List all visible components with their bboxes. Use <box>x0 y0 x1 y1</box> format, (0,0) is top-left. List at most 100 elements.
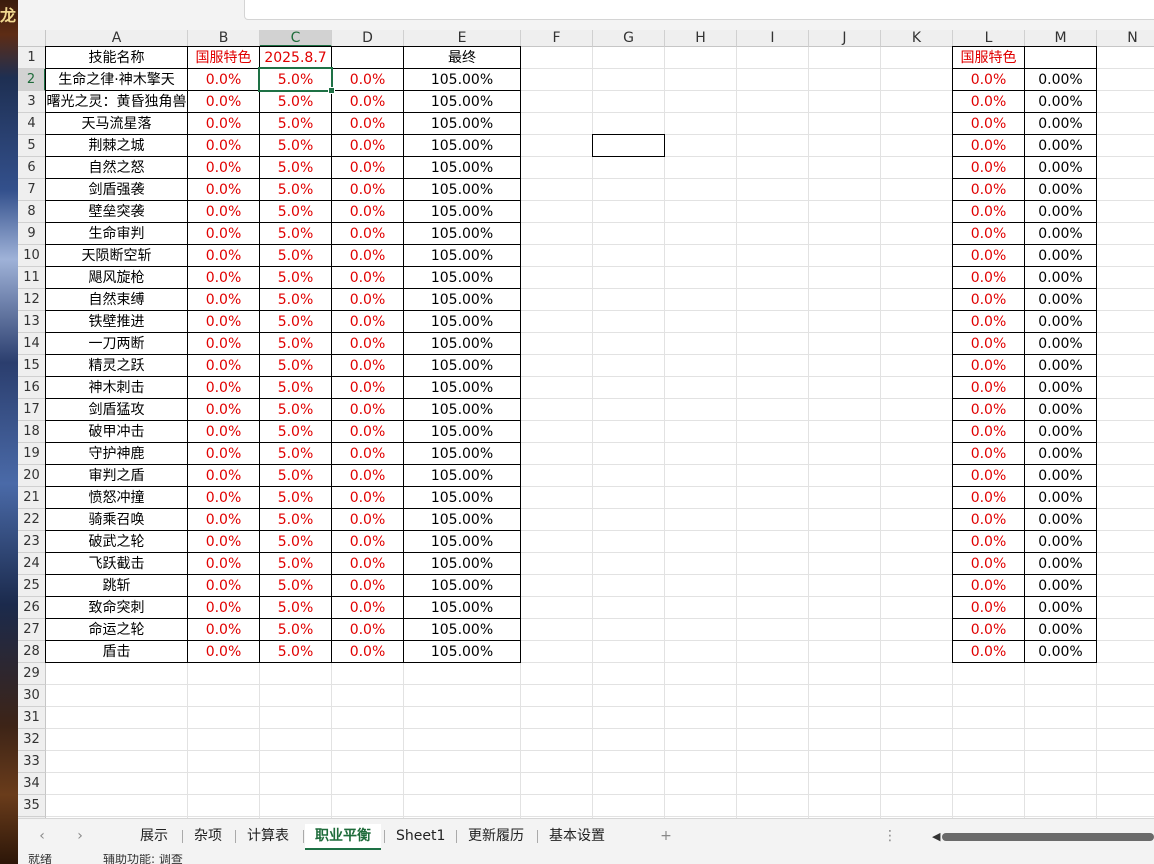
value-cell-b[interactable]: 0.0% <box>187 222 260 245</box>
value-cell-d[interactable]: 0.0% <box>331 288 404 311</box>
value-cell-l[interactable]: 0.0% <box>952 288 1025 311</box>
value-cell-d[interactable]: 0.0% <box>331 244 404 267</box>
skill-name-cell[interactable]: 审判之盾 <box>45 464 188 487</box>
column-header-i[interactable]: I <box>737 30 809 47</box>
skill-name-cell[interactable]: 命运之轮 <box>45 618 188 641</box>
value-cell-b[interactable]: 0.0% <box>187 354 260 377</box>
skill-name-cell[interactable]: 飓风旋枪 <box>45 266 188 289</box>
skill-name-cell[interactable]: 自然之怒 <box>45 156 188 179</box>
header-cell-b[interactable]: 国服特色 <box>187 46 260 69</box>
value-cell-e[interactable]: 105.00% <box>403 266 521 289</box>
value-cell-c[interactable]: 5.0% <box>259 134 332 157</box>
value-cell-c[interactable]: 5.0% <box>259 244 332 267</box>
value-cell-m[interactable]: 0.00% <box>1024 618 1097 641</box>
row-header-13[interactable]: 13 <box>18 311 46 333</box>
row-header-26[interactable]: 26 <box>18 597 46 619</box>
value-cell-c[interactable]: 5.0% <box>259 398 332 421</box>
column-header-d[interactable]: D <box>332 30 404 47</box>
value-cell-c[interactable]: 5.0% <box>259 178 332 201</box>
value-cell-m[interactable]: 0.00% <box>1024 486 1097 509</box>
value-cell-b[interactable]: 0.0% <box>187 574 260 597</box>
value-cell-e[interactable]: 105.00% <box>403 596 521 619</box>
column-header-j[interactable]: J <box>809 30 881 47</box>
value-cell-m[interactable]: 0.00% <box>1024 112 1097 135</box>
select-all-corner[interactable] <box>18 30 46 47</box>
value-cell-m[interactable]: 0.00% <box>1024 464 1097 487</box>
value-cell-b[interactable]: 0.0% <box>187 112 260 135</box>
row-header-14[interactable]: 14 <box>18 333 46 355</box>
skill-name-cell[interactable]: 一刀两断 <box>45 332 188 355</box>
value-cell-b[interactable]: 0.0% <box>187 420 260 443</box>
spreadsheet-grid[interactable]: A B C D E F G H I J K L M N 1 2 3 4 5 6 7 8 9 10 11 12 13 14 15 16 17 1… <box>18 30 1154 818</box>
value-cell-m[interactable]: 0.00% <box>1024 354 1097 377</box>
value-cell-c[interactable]: 5.0% <box>259 310 332 333</box>
column-header-c[interactable]: C <box>260 30 332 47</box>
value-cell-d[interactable]: 0.0% <box>331 134 404 157</box>
value-cell-l[interactable]: 0.0% <box>952 68 1025 91</box>
row-header-32[interactable]: 32 <box>18 729 46 751</box>
value-cell-b[interactable]: 0.0% <box>187 68 260 91</box>
value-cell-l[interactable]: 0.0% <box>952 244 1025 267</box>
value-cell-c[interactable]: 5.0% <box>259 530 332 553</box>
value-cell-b[interactable]: 0.0% <box>187 552 260 575</box>
value-cell-l[interactable]: 0.0% <box>952 310 1025 333</box>
value-cell-l[interactable]: 0.0% <box>952 90 1025 113</box>
skill-name-cell[interactable]: 骑乘召唤 <box>45 508 188 531</box>
row-header-11[interactable]: 11 <box>18 267 46 289</box>
column-header-a[interactable]: A <box>46 30 188 47</box>
row-header-30[interactable]: 30 <box>18 685 46 707</box>
row-header-34[interactable]: 34 <box>18 773 46 795</box>
value-cell-e[interactable]: 105.00% <box>403 68 521 91</box>
value-cell-c[interactable]: 5.0% <box>259 486 332 509</box>
value-cell-d[interactable]: 0.0% <box>331 618 404 641</box>
value-cell-l[interactable]: 0.0% <box>952 640 1025 663</box>
value-cell-b[interactable]: 0.0% <box>187 90 260 113</box>
value-cell-e[interactable]: 105.00% <box>403 442 521 465</box>
value-cell-c[interactable]: 5.0% <box>259 420 332 443</box>
value-cell-d[interactable]: 0.0% <box>331 112 404 135</box>
skill-name-cell[interactable]: 破甲冲击 <box>45 420 188 443</box>
value-cell-m[interactable]: 0.00% <box>1024 266 1097 289</box>
value-cell-m[interactable]: 0.00% <box>1024 596 1097 619</box>
value-cell-e[interactable]: 105.00% <box>403 574 521 597</box>
value-cell-e[interactable]: 105.00% <box>403 90 521 113</box>
value-cell-d[interactable]: 0.0% <box>331 552 404 575</box>
row-header-18[interactable]: 18 <box>18 421 46 443</box>
value-cell-b[interactable]: 0.0% <box>187 464 260 487</box>
value-cell-m[interactable]: 0.00% <box>1024 288 1097 311</box>
value-cell-c[interactable]: 5.0% <box>259 354 332 377</box>
skill-name-cell[interactable]: 破武之轮 <box>45 530 188 553</box>
skill-name-cell[interactable]: 壁垒突袭 <box>45 200 188 223</box>
value-cell-e[interactable]: 105.00% <box>403 288 521 311</box>
value-cell-b[interactable]: 0.0% <box>187 398 260 421</box>
value-cell-e[interactable]: 105.00% <box>403 508 521 531</box>
value-cell-d[interactable]: 0.0% <box>331 68 404 91</box>
row-header-15[interactable]: 15 <box>18 355 46 377</box>
header-cell-a[interactable]: 技能名称 <box>45 46 188 69</box>
value-cell-e[interactable]: 105.00% <box>403 618 521 641</box>
value-cell-m[interactable]: 0.00% <box>1024 640 1097 663</box>
value-cell-m[interactable]: 0.00% <box>1024 310 1097 333</box>
value-cell-m[interactable]: 0.00% <box>1024 90 1097 113</box>
value-cell-d[interactable]: 0.0% <box>331 266 404 289</box>
value-cell-d[interactable]: 0.0% <box>331 156 404 179</box>
value-cell-e[interactable]: 105.00% <box>403 222 521 245</box>
value-cell-e[interactable]: 105.00% <box>403 134 521 157</box>
value-cell-b[interactable]: 0.0% <box>187 618 260 641</box>
value-cell-l[interactable]: 0.0% <box>952 376 1025 399</box>
row-header-19[interactable]: 19 <box>18 443 46 465</box>
column-header-h[interactable]: H <box>665 30 737 47</box>
row-header-31[interactable]: 31 <box>18 707 46 729</box>
value-cell-m[interactable]: 0.00% <box>1024 178 1097 201</box>
bordered-empty-cell-g5[interactable] <box>592 134 665 157</box>
value-cell-e[interactable]: 105.00% <box>403 398 521 421</box>
skill-name-cell[interactable]: 天马流星落 <box>45 112 188 135</box>
value-cell-m[interactable]: 0.00% <box>1024 222 1097 245</box>
row-header-5[interactable]: 5 <box>18 135 46 157</box>
status-accessibility[interactable]: 辅助功能: 调查 <box>103 854 183 864</box>
header-cell-c[interactable]: 2025.8.7 <box>259 46 332 69</box>
value-cell-d[interactable]: 0.0% <box>331 442 404 465</box>
value-cell-b[interactable]: 0.0% <box>187 508 260 531</box>
value-cell-e[interactable]: 105.00% <box>403 530 521 553</box>
skill-name-cell[interactable]: 剑盾强袭 <box>45 178 188 201</box>
